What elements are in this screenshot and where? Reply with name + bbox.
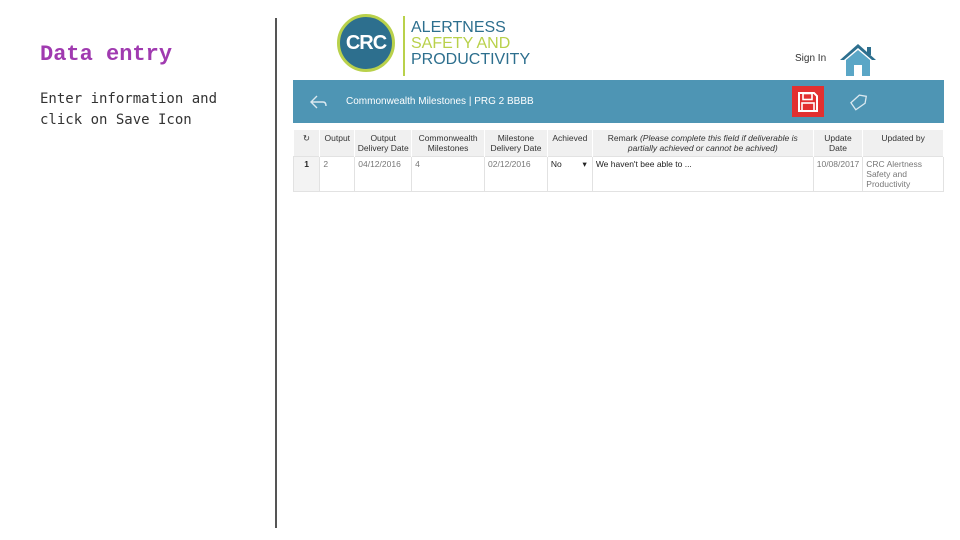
achieved-select[interactable]: No ▾	[546, 156, 593, 192]
remark-input[interactable]: We haven't bee able to ...	[591, 156, 814, 192]
logo-text: ALERTNESS SAFETY AND PRODUCTIVITY	[411, 20, 530, 68]
save-button[interactable]	[792, 86, 824, 117]
table-header-row: ↻ Output Output Delivery Date Commonweal…	[293, 130, 944, 157]
refresh-icon[interactable]: ↻	[293, 130, 321, 157]
col-output-delivery-date: Output Delivery Date	[354, 130, 413, 157]
logo-badge: CRC	[337, 14, 395, 72]
toolbar-title: Commonwealth Milestones | PRG 2 BBBB	[346, 96, 534, 107]
cell-updated-by: CRC Alertness Safety and Productivity	[862, 156, 944, 192]
cell-output-delivery-date[interactable]: 04/12/2016	[354, 156, 413, 192]
home-icon[interactable]	[838, 42, 878, 78]
logo-line-3: PRODUCTIVITY	[411, 51, 531, 68]
col-updated-by: Updated by	[862, 130, 944, 157]
cell-update-date: 10/08/2017	[812, 156, 864, 192]
toolbar: Commonwealth Milestones | PRG 2 BBBB	[293, 80, 944, 123]
col-remark-label: Remark	[607, 133, 638, 143]
sign-in-link[interactable]: Sign In	[795, 53, 826, 64]
table-row: 1 2 04/12/2016 4 02/12/2016 No ▾ We have…	[292, 156, 944, 192]
back-icon[interactable]	[309, 94, 327, 110]
logo-divider	[403, 16, 405, 76]
col-remark: Remark (Please complete this field if de…	[592, 130, 814, 157]
dropdown-arrow-icon: ▾	[582, 159, 587, 169]
logo-abbr: CRC	[345, 31, 387, 54]
cell-output[interactable]: 2	[319, 156, 356, 192]
col-milestone-delivery-date: Milestone Delivery Date	[484, 130, 548, 157]
save-icon	[798, 91, 818, 112]
achieved-value: No	[550, 159, 562, 169]
cell-commonwealth-milestones[interactable]: 4	[411, 156, 486, 192]
col-commonwealth-milestones: Commonwealth Milestones	[411, 130, 486, 157]
logo-line-2: SAFETY AND	[411, 35, 511, 52]
tag-icon[interactable]	[849, 94, 868, 112]
row-number: 1	[292, 156, 321, 192]
instruction-text: Enter information and click on Save Icon	[40, 91, 218, 128]
vertical-divider	[275, 18, 277, 528]
crc-logo: CRC ALERTNESS SAFETY AND PRODUCTIVITY	[337, 14, 537, 78]
logo-line-1: ALERTNESS	[411, 19, 506, 36]
col-output: Output	[319, 130, 356, 157]
slide-title: Data entry	[40, 42, 173, 67]
col-remark-note: (Please complete this field if deliverab…	[627, 133, 798, 153]
milestones-table: ↻ Output Output Delivery Date Commonweal…	[292, 130, 944, 192]
col-update-date: Update Date	[813, 130, 864, 157]
col-achieved: Achieved	[547, 130, 593, 157]
cell-milestone-delivery-date[interactable]: 02/12/2016	[484, 156, 548, 192]
